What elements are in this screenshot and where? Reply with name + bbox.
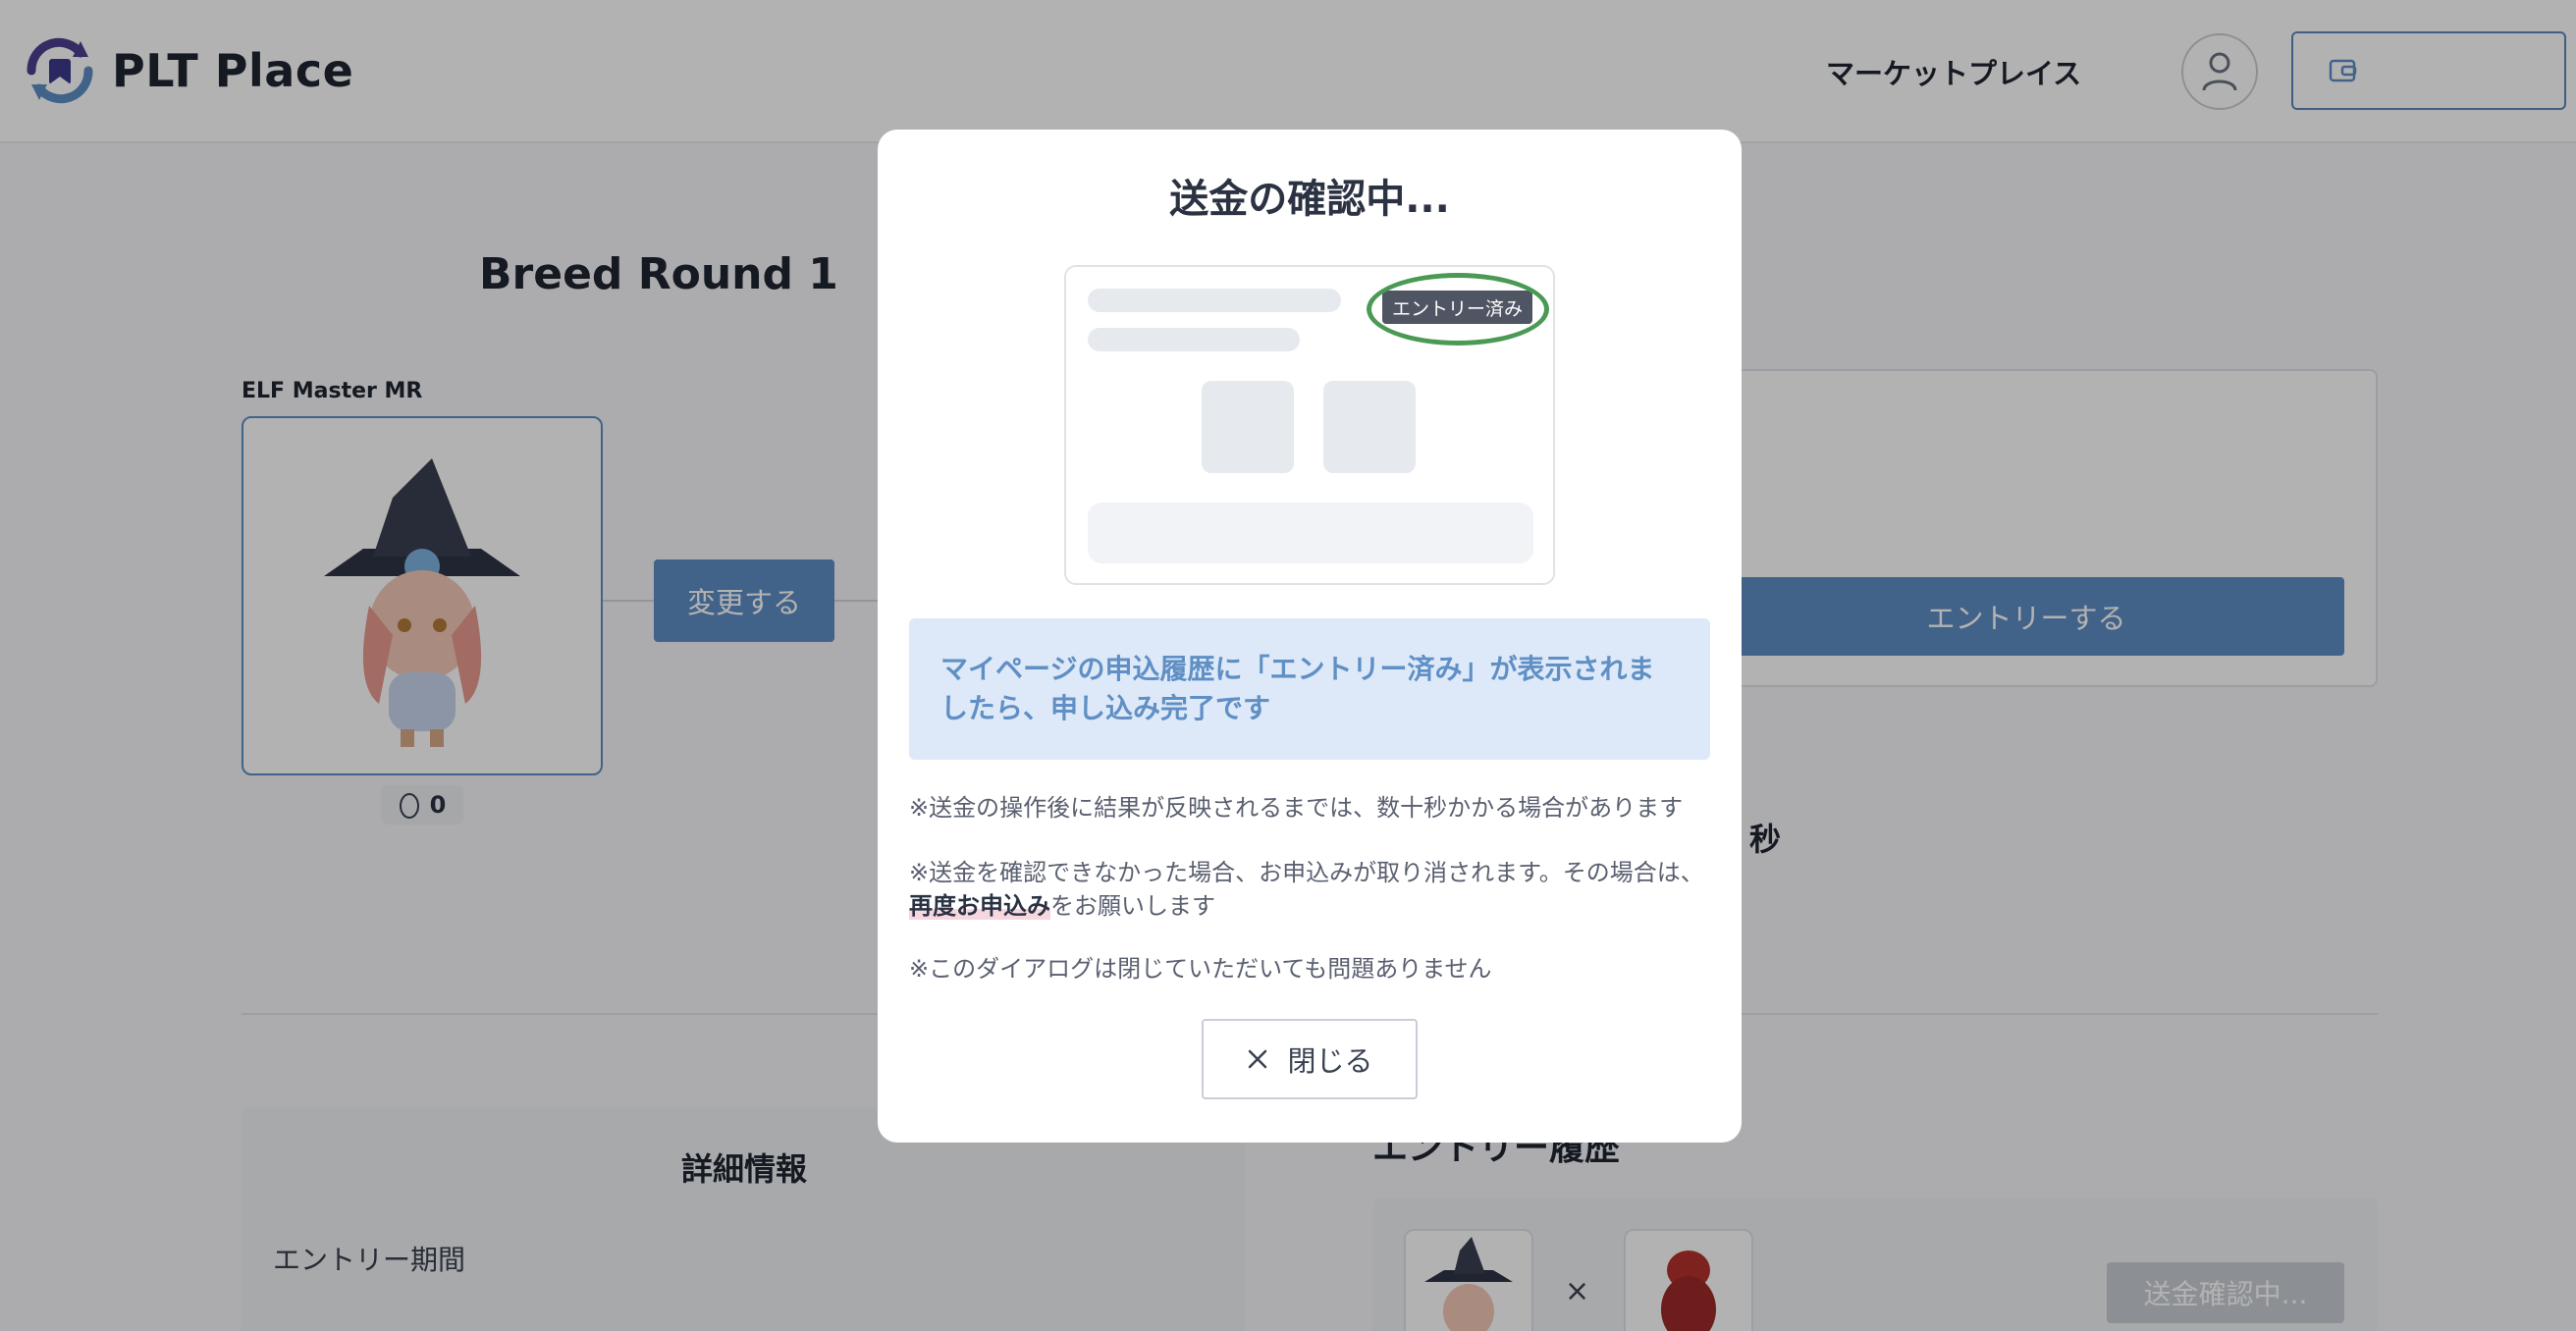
close-dialog-button[interactable]: 閉じる xyxy=(1202,1019,1418,1099)
note-cancel: ※送金を確認できなかった場合、お申込みが取り消されます。その場合は、再度お申込み… xyxy=(909,856,1710,923)
note-cancel-suffix: をお願いします xyxy=(1050,892,1215,920)
skeleton-thumb xyxy=(1202,381,1294,473)
note-delay: ※送金の操作後に結果が反映されるまでは、数十秒かかる場合があります xyxy=(909,794,1684,822)
close-button-label: 閉じる xyxy=(1287,1044,1373,1078)
close-icon xyxy=(1249,1049,1267,1069)
note-reapply-emphasis: 再度お申込み xyxy=(909,892,1050,920)
entry-status-illustration: エントリー済み xyxy=(1064,265,1555,585)
skeleton-line xyxy=(1088,328,1300,351)
note-cancel-text: ※送金を確認できなかった場合、お申込みが取り消されます。その場合は、 xyxy=(909,859,1704,886)
skeleton-thumb xyxy=(1323,381,1416,473)
completion-info-box: マイページの申込履歴に「エントリー済み」が表示されましたら、申し込み完了です xyxy=(909,618,1710,760)
note-close-ok: ※このダイアログは閉じていただいても問題ありません xyxy=(909,955,1492,983)
skeleton-bar xyxy=(1088,503,1533,563)
highlight-ring xyxy=(1367,273,1549,346)
transfer-confirmation-dialog: 送金の確認中... エントリー済み マイページの申込履歴に「エントリー済み」が表… xyxy=(878,130,1742,1143)
skeleton-line xyxy=(1088,289,1341,312)
dialog-title: 送金の確認中... xyxy=(1169,177,1450,222)
